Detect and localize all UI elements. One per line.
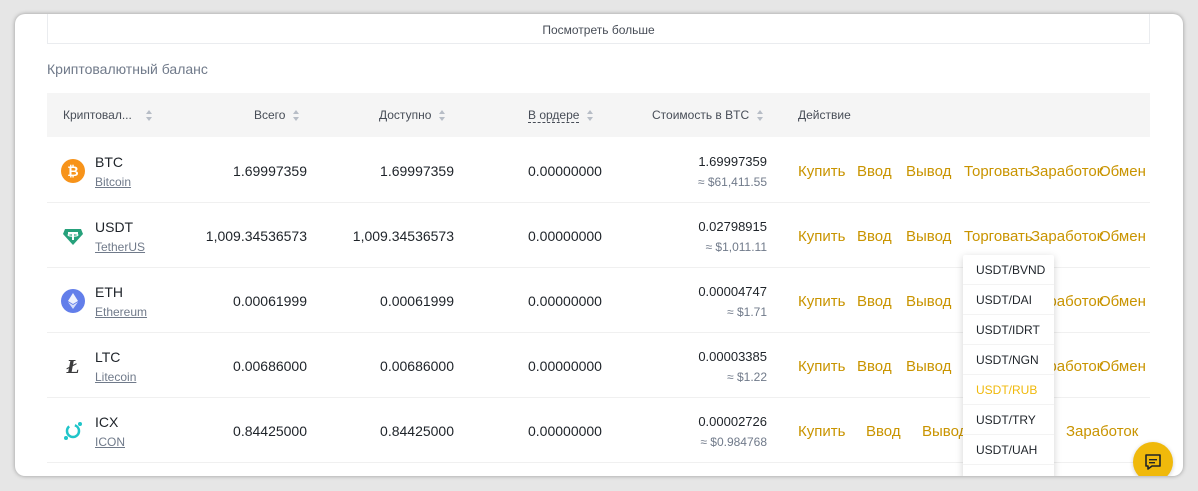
- dropdown-item-usdt-ngn[interactable]: USDT/NGN: [963, 345, 1054, 375]
- withdraw-button[interactable]: Вывод: [922, 423, 967, 440]
- dropdown-item-usdt-idrt[interactable]: USDT/IDRT: [963, 315, 1054, 345]
- convert-button[interactable]: Обмен: [1099, 293, 1146, 310]
- available-value: 1.69997359: [380, 163, 454, 179]
- header-btc-value-label: Стоимость в BTC: [652, 108, 750, 122]
- available-value: 0.84425000: [380, 423, 454, 439]
- total-value: 1,009.34536573: [205, 228, 307, 244]
- sort-icon: [293, 109, 300, 121]
- coin-name-link[interactable]: Litecoin: [95, 370, 136, 384]
- deposit-button[interactable]: Ввод: [857, 163, 892, 180]
- dropdown-item-usdt-bvnd[interactable]: USDT/BVND: [963, 255, 1054, 285]
- deposit-button[interactable]: Ввод: [857, 358, 892, 375]
- icon-coin-icon: [61, 419, 85, 443]
- header-action-label: Действие: [798, 108, 851, 122]
- total-value: 0.00686000: [233, 358, 307, 374]
- buy-button[interactable]: Купить: [798, 423, 845, 440]
- btc-value: 0.00004747: [698, 284, 767, 299]
- in-order-value: 0.00000000: [528, 228, 602, 244]
- in-order-value: 0.00000000: [528, 163, 602, 179]
- sort-icon: [145, 109, 153, 121]
- tether-icon: [61, 224, 85, 248]
- chat-icon: [1145, 454, 1161, 470]
- dropdown-item-usdt-rub[interactable]: USDT/RUB: [963, 375, 1054, 405]
- earn-button[interactable]: Заработок: [1066, 423, 1138, 440]
- usd-value: ≈ $1.22: [727, 370, 767, 384]
- svg-text:₿: ₿: [67, 164, 78, 180]
- deposit-button[interactable]: Ввод: [857, 228, 892, 245]
- convert-button[interactable]: Обмен: [1099, 163, 1146, 180]
- dropdown-item-usdt-try[interactable]: USDT/TRY: [963, 405, 1054, 435]
- deposit-button[interactable]: Ввод: [866, 423, 901, 440]
- withdraw-button[interactable]: Вывод: [906, 293, 951, 310]
- sort-icon: [439, 109, 446, 121]
- balance-card: Посмотреть больше Криптовалютный баланс …: [15, 14, 1183, 476]
- header-available[interactable]: Доступно: [379, 93, 446, 137]
- available-value: 0.00061999: [380, 293, 454, 309]
- trade-button[interactable]: Торговать: [964, 163, 1033, 180]
- convert-button[interactable]: Обмен: [1099, 228, 1146, 245]
- withdraw-button[interactable]: Вывод: [906, 163, 951, 180]
- buy-button[interactable]: Купить: [798, 293, 845, 310]
- header-total[interactable]: Всего: [254, 93, 300, 137]
- header-available-label: Доступно: [379, 108, 432, 122]
- btc-value: 0.00002726: [698, 414, 767, 429]
- coin-name-link[interactable]: ICON: [95, 435, 125, 449]
- bitcoin-icon: ₿: [61, 159, 85, 183]
- header-in-order-label: В ордере: [528, 107, 580, 123]
- chat-button[interactable]: [1133, 442, 1173, 476]
- coin-name-link[interactable]: Bitcoin: [95, 175, 131, 189]
- deposit-button[interactable]: Ввод: [857, 293, 892, 310]
- btc-value: 0.00003385: [698, 349, 767, 364]
- dropdown-item-usdt-uah[interactable]: USDT/UAH: [963, 435, 1054, 465]
- total-value: 1.69997359: [233, 163, 307, 179]
- sort-icon: [757, 109, 764, 121]
- usd-value: ≈ $1.71: [727, 305, 767, 319]
- buy-button[interactable]: Купить: [798, 228, 845, 245]
- header-total-label: Всего: [254, 108, 286, 122]
- usd-value: ≈ $1,011.11: [705, 240, 767, 254]
- coin-symbol: LTC: [95, 349, 121, 365]
- coin-name-link[interactable]: Ethereum: [95, 305, 147, 319]
- available-value: 0.00686000: [380, 358, 454, 374]
- table-row: ₿ BTC Bitcoin 1.69997359 1.69997359 0.00…: [47, 138, 1150, 203]
- in-order-value: 0.00000000: [528, 293, 602, 309]
- table-header: Криптовал... Всего Доступно В ордере Сто…: [47, 93, 1150, 137]
- header-in-order[interactable]: В ордере: [528, 93, 594, 137]
- available-value: 1,009.34536573: [352, 228, 454, 244]
- trade-button[interactable]: Торговать: [964, 228, 1033, 245]
- usd-value: ≈ $0.984768: [700, 435, 767, 449]
- header-coin-label: Криптовал...: [63, 108, 132, 122]
- trade-pair-dropdown: USDT/BVND USDT/DAI USDT/IDRT USDT/NGN US…: [963, 255, 1054, 476]
- btc-value: 1.69997359: [698, 154, 767, 169]
- total-value: 0.00061999: [233, 293, 307, 309]
- coin-symbol: ETH: [95, 284, 123, 300]
- usd-value: ≈ $61,411.55: [697, 175, 767, 189]
- header-action: Действие: [798, 93, 851, 137]
- btc-value: 0.02798915: [698, 219, 767, 234]
- coin-symbol: USDT: [95, 219, 134, 235]
- sort-icon: [587, 109, 594, 121]
- earn-button[interactable]: Заработок: [1031, 163, 1103, 180]
- in-order-value: 0.00000000: [528, 423, 602, 439]
- header-coin[interactable]: Криптовал...: [63, 93, 153, 137]
- withdraw-button[interactable]: Вывод: [906, 358, 951, 375]
- header-btc-value[interactable]: Стоимость в BTC: [652, 93, 764, 137]
- coin-symbol: BTC: [95, 154, 123, 170]
- see-more-link[interactable]: Посмотреть больше: [47, 14, 1150, 44]
- coin-name-link[interactable]: TetherUS: [95, 240, 145, 254]
- buy-button[interactable]: Купить: [798, 358, 845, 375]
- svg-text:Ł: Ł: [66, 357, 80, 378]
- earn-button[interactable]: Заработок: [1031, 228, 1103, 245]
- section-title: Криптовалютный баланс: [47, 61, 208, 77]
- buy-button[interactable]: Купить: [798, 163, 845, 180]
- in-order-value: 0.00000000: [528, 358, 602, 374]
- withdraw-button[interactable]: Вывод: [906, 228, 951, 245]
- litecoin-icon: Ł: [61, 354, 85, 378]
- ethereum-icon: [61, 289, 85, 313]
- convert-button[interactable]: Обмен: [1099, 358, 1146, 375]
- dropdown-item-usdt-dai[interactable]: USDT/DAI: [963, 285, 1054, 315]
- total-value: 0.84425000: [233, 423, 307, 439]
- coin-symbol: ICX: [95, 414, 119, 430]
